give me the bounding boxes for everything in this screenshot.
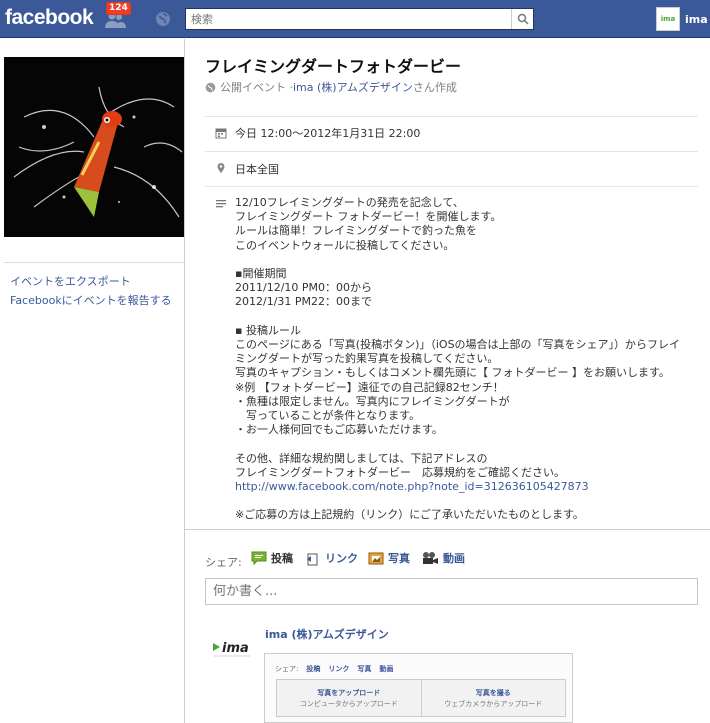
thumb-upload-photo: 写真をアップロード コンピュータからアップロード [299, 688, 398, 708]
thumb-upload-box: 写真をアップロード コンピュータからアップロード 写真を撮る ウェブカメラからアップ… [276, 679, 566, 717]
public-globe-icon [205, 82, 216, 92]
left-column: イベントをエクスポート Facebookにイベントを報告する [0, 39, 185, 723]
facebook-logo[interactable]: facebook [5, 6, 94, 30]
link-icon [307, 553, 318, 565]
event-visibility: 公開イベント · [220, 81, 293, 94]
description-line: 写真のキャプション・もしくはコメント欄先頭に【 フォトダービー 】をお願いします… [235, 366, 670, 380]
share-link-tab[interactable]: リンク [305, 550, 358, 566]
composer-input[interactable] [206, 579, 697, 604]
description-line [235, 253, 705, 267]
event-main: フレイミングダートフォトダービー 公開イベント · ima (株)アムズデザイン… [185, 39, 710, 723]
share-post-tab[interactable]: 投稿 [251, 550, 293, 566]
user-profile-link[interactable]: ima ima [656, 7, 708, 31]
user-name: ima [685, 12, 708, 26]
description-body: 12/10フレイミングダートの発売を記念して、 フレイミングダート フォトダービー… [235, 196, 705, 480]
user-avatar: ima [656, 7, 680, 31]
event-cover-photo[interactable] [4, 57, 184, 237]
description-line: ミングダートが写った釣果写真を投稿してください。 [235, 352, 499, 366]
description-line: その他、詳細な規約関しましては、下記アドレスの [235, 451, 488, 465]
event-description: 12/10フレイミングダートの発売を記念して、 フレイミングダート フォトダービー… [235, 196, 705, 522]
event-datetime: 今日 12:00～2012年1月31日 22:00 [235, 127, 421, 140]
share-photo-tab[interactable]: 写真 [368, 550, 410, 566]
description-icon [216, 200, 226, 208]
description-line: ルールは簡単！フレイミングダートで釣った魚を [235, 224, 477, 238]
description-line: ▪ 投稿ルール [235, 323, 301, 337]
status-icon [251, 551, 267, 565]
svg-text:ima: ima [222, 641, 249, 656]
export-event-link[interactable]: イベントをエクスポート [10, 273, 131, 289]
event-creator-link[interactable]: ima (株)アムズデザイン [293, 79, 413, 95]
description-line: このページにある「写真(投稿ボタン)」（iOSの場合は上部の「写真をシェア」）か… [235, 338, 681, 352]
divider [205, 186, 698, 187]
description-line: ・お一人様何回でもご応募いただけます。 [235, 423, 443, 437]
description-line: ▪開催期間 [235, 267, 287, 281]
event-location: 日本全国 [235, 163, 279, 176]
description-line: ※例 【フォトダービー】遠征での自己記録82センチ！ [235, 380, 504, 394]
description-line [235, 437, 705, 451]
event-title: フレイミングダートフォトダービー [205, 57, 462, 76]
share-video-tab[interactable]: 動画 [421, 550, 465, 566]
description-line: 2012/1/31 PM22：00まで [235, 295, 373, 309]
description-line: 2011/12/10 PM0：00から [235, 281, 373, 295]
composer-box [205, 578, 698, 605]
globe-icon[interactable] [155, 11, 171, 27]
share-label: シェア: [205, 556, 242, 569]
post-attachment-thumbnail[interactable]: シェア: 投稿 リンク 写真 動画 写真をアップロード コンピュータからアップロー… [264, 653, 573, 723]
description-line: このイベントウォールに投稿してください。 [235, 238, 455, 252]
description-line: フレイミングダート フォトダービー！を開催します。 [235, 210, 502, 224]
report-event-link[interactable]: Facebookにイベントを報告する [10, 292, 172, 308]
search-input[interactable] [186, 9, 506, 29]
description-line: フレイミングダートフォトダービー 応募規約をご確認ください。 [235, 465, 565, 479]
search-box [185, 8, 534, 30]
video-camera-icon [423, 551, 438, 564]
divider [185, 529, 710, 530]
description-line [235, 310, 705, 324]
location-pin-icon [217, 163, 225, 173]
description-line: 12/10フレイミングダートの発売を記念して、 [235, 196, 464, 209]
description-footer: ※ご応募の方は上記規約（リンク）にご了承いただいたものとします。 [235, 508, 584, 522]
description-line: ・魚種は限定しません。写真内にフレイミングダートが [235, 394, 510, 408]
thumb-share-bar: シェア: 投稿 リンク 写真 動画 [275, 665, 394, 673]
search-icon [517, 13, 529, 25]
search-button[interactable] [511, 9, 533, 29]
thumb-take-photo: 写真を撮る ウェブカメラからアップロード [420, 680, 566, 716]
divider [205, 151, 698, 152]
top-bar: facebook 124 ima ima [0, 0, 710, 38]
calendar-icon [215, 128, 227, 139]
rules-link[interactable]: http://www.facebook.com/note.php?note_id… [235, 480, 589, 493]
divider [4, 262, 184, 263]
post-author-avatar[interactable]: ima [212, 637, 252, 659]
description-line: 写っていることが条件となります。 [235, 409, 421, 423]
event-creator-suffix: さん作成 [412, 81, 457, 94]
divider [205, 116, 698, 117]
notification-badge: 124 [106, 2, 131, 15]
post-author-name[interactable]: ima (株)アムズデザイン [265, 626, 389, 642]
photo-icon [368, 552, 384, 564]
event-subtitle: 公開イベント · ima (株)アムズデザイン さん作成 [205, 79, 457, 95]
